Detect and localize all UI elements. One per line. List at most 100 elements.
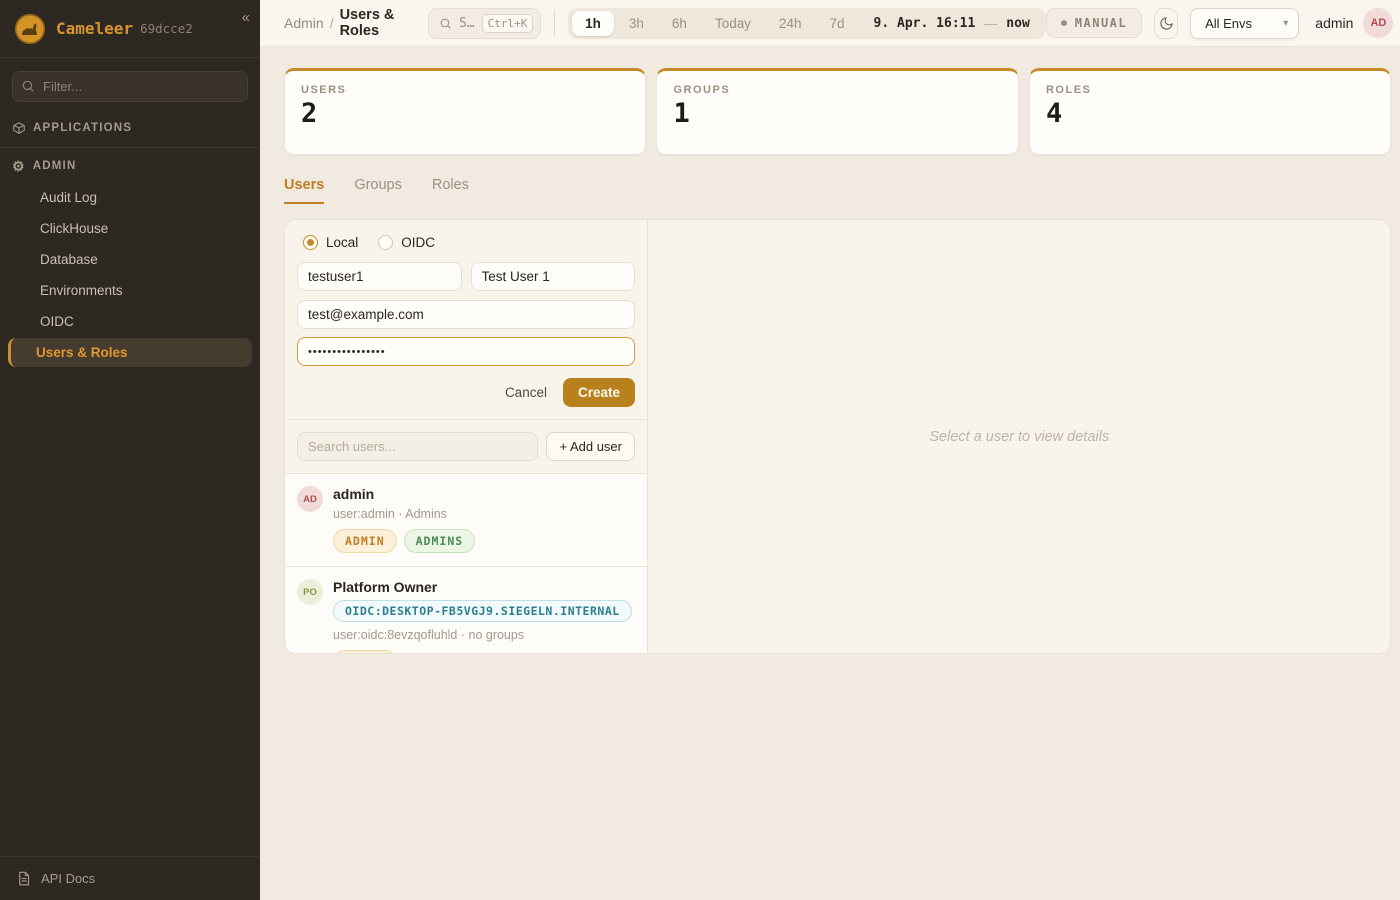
add-user-button[interactable]: + Add user — [546, 432, 635, 461]
time-range-24h[interactable]: 24h — [766, 11, 815, 36]
admin-section-header: ⚙ ADMIN — [12, 159, 248, 173]
applications-section-header: APPLICATIONS — [12, 121, 248, 135]
form-actions: Cancel Create — [297, 378, 635, 407]
sidebar-header: Cameleer 69dcce2 « — [0, 0, 260, 58]
empty-state-text: Select a user to view details — [929, 429, 1109, 445]
user-row-body: admin user:admin · Admins ADMIN ADMINS — [333, 485, 475, 553]
create-button[interactable]: Create — [563, 378, 635, 407]
time-range-today[interactable]: Today — [702, 11, 764, 36]
sidebar-item-audit-log[interactable]: Audit Log — [12, 183, 248, 212]
user-row-admin[interactable]: AD admin user:admin · Admins ADMIN ADMIN… — [285, 474, 647, 566]
display-name-field[interactable] — [471, 262, 636, 291]
password-field[interactable] — [297, 337, 635, 366]
sidebar-section-applications: APPLICATIONS — [0, 110, 260, 148]
cameleer-logo-icon — [14, 13, 46, 45]
role-badge: ADMIN — [333, 650, 397, 653]
user-list: AD admin user:admin · Admins ADMIN ADMIN… — [285, 474, 647, 653]
time-range-group: 1h 3h 6h Today 24h 7d 9. Apr. 16:11 — no… — [568, 8, 1046, 39]
time-to: now — [1006, 16, 1029, 31]
sidebar-item-clickhouse[interactable]: ClickHouse — [12, 214, 248, 243]
sidebar-section-admin: ⚙ ADMIN Audit Log ClickHouse Database En… — [0, 148, 260, 379]
breadcrumb-separator: / — [330, 15, 334, 31]
time-range-3h[interactable]: 3h — [616, 11, 657, 36]
document-icon — [16, 871, 31, 886]
oidc-provider-badge: OIDC:DESKTOP-FB5VGJ9.SIEGELN.INTERNAL — [333, 600, 632, 622]
avatar: AD — [1363, 8, 1393, 38]
api-docs-label: API Docs — [41, 871, 95, 886]
applications-section-label: APPLICATIONS — [33, 122, 132, 134]
radio-oidc[interactable]: OIDC — [378, 235, 435, 250]
time-range-display[interactable]: 9. Apr. 16:11 — now — [860, 16, 1042, 31]
time-range-6h[interactable]: 6h — [659, 11, 700, 36]
stat-label: ROLES — [1046, 84, 1374, 96]
stat-card-users: USERS 2 — [284, 68, 646, 155]
time-range-7d[interactable]: 7d — [817, 11, 858, 36]
user-name: Platform Owner — [333, 578, 632, 596]
stat-card-groups: GROUPS 1 — [656, 68, 1018, 155]
sidebar-filter — [12, 71, 248, 102]
api-docs-link[interactable]: API Docs — [0, 856, 260, 900]
moon-icon — [1159, 16, 1174, 31]
username-field[interactable] — [297, 262, 462, 291]
group-badge: ADMINS — [404, 529, 476, 553]
stat-label: GROUPS — [673, 84, 1001, 96]
users-panel: Local OIDC — [284, 219, 1391, 654]
sidebar-item-environments[interactable]: Environments — [12, 276, 248, 305]
sidebar-collapse-icon[interactable]: « — [242, 10, 250, 25]
radio-selected-icon — [303, 235, 318, 250]
stats-row: USERS 2 GROUPS 1 ROLES 4 — [284, 68, 1391, 155]
content: USERS 2 GROUPS 1 ROLES 4 Users Groups Ro… — [260, 47, 1400, 900]
radio-unselected-icon — [378, 235, 393, 250]
admin-nav: Audit Log ClickHouse Database Environmen… — [12, 183, 248, 367]
stat-card-roles: ROLES 4 — [1029, 68, 1391, 155]
search-users-input[interactable] — [297, 432, 538, 461]
tab-users[interactable]: Users — [284, 177, 324, 204]
sidebar: Cameleer 69dcce2 « APPLICATIONS ⚙ ADMIN … — [0, 0, 260, 900]
avatar: AD — [297, 486, 323, 512]
cancel-button[interactable]: Cancel — [505, 385, 547, 400]
stat-value: 4 — [1046, 99, 1374, 129]
create-user-form: Local OIDC — [285, 220, 647, 420]
sidebar-item-oidc[interactable]: OIDC — [12, 307, 248, 336]
tab-groups[interactable]: Groups — [354, 177, 402, 204]
tab-roles[interactable]: Roles — [432, 177, 469, 204]
tab-bar: Users Groups Roles — [284, 177, 1391, 204]
search-shortcut-badge: Ctrl+K — [482, 14, 534, 33]
brand-version: 69dcce2 — [140, 21, 193, 36]
name-fields-row — [297, 262, 635, 291]
avatar: PO — [297, 579, 323, 605]
main-area: Admin / Users & Roles S… Ctrl+K 1h 3h 6h… — [260, 0, 1400, 900]
search-placeholder: S… — [459, 16, 475, 31]
global-search-button[interactable]: S… Ctrl+K — [428, 8, 541, 39]
user-detail-panel: Select a user to view details — [648, 220, 1390, 653]
refresh-mode-button[interactable]: MANUAL — [1046, 8, 1142, 38]
radio-local[interactable]: Local — [303, 235, 358, 250]
topbar: Admin / Users & Roles S… Ctrl+K 1h 3h 6h… — [260, 0, 1400, 47]
app-root: Cameleer 69dcce2 « APPLICATIONS ⚙ ADMIN … — [0, 0, 1400, 900]
theme-toggle-button[interactable] — [1154, 8, 1178, 39]
user-name: admin — [333, 485, 475, 503]
sidebar-filter-input[interactable] — [12, 71, 248, 102]
badge-row: ADMIN — [333, 650, 632, 653]
topbar-divider — [554, 10, 555, 36]
user-type-options: Local OIDC — [303, 235, 635, 250]
badge-row: ADMIN ADMINS — [333, 529, 475, 553]
stat-value: 2 — [301, 99, 629, 129]
breadcrumb-parent[interactable]: Admin — [284, 15, 324, 31]
breadcrumb-current: Users & Roles — [340, 7, 414, 39]
email-field[interactable] — [297, 300, 635, 329]
user-meta: user:oidc:8evzqofluhld · no groups — [333, 628, 632, 642]
time-range-1h[interactable]: 1h — [572, 11, 614, 36]
sidebar-item-users-roles[interactable]: Users & Roles — [8, 338, 252, 367]
stat-value: 1 — [673, 99, 1001, 129]
user-row-platform-owner[interactable]: PO Platform Owner OIDC:DESKTOP-FB5VGJ9.S… — [285, 566, 647, 653]
stat-label: USERS — [301, 84, 629, 96]
user-menu[interactable]: admin AD — [1315, 8, 1393, 38]
search-icon — [439, 17, 452, 30]
username-label: admin — [1315, 15, 1353, 31]
chevron-down-icon: ▾ — [1283, 18, 1288, 29]
radio-local-label: Local — [326, 235, 358, 250]
time-dash: — — [984, 16, 997, 31]
sidebar-item-database[interactable]: Database — [12, 245, 248, 274]
environment-selector[interactable]: All Envs ▾ — [1190, 8, 1299, 39]
